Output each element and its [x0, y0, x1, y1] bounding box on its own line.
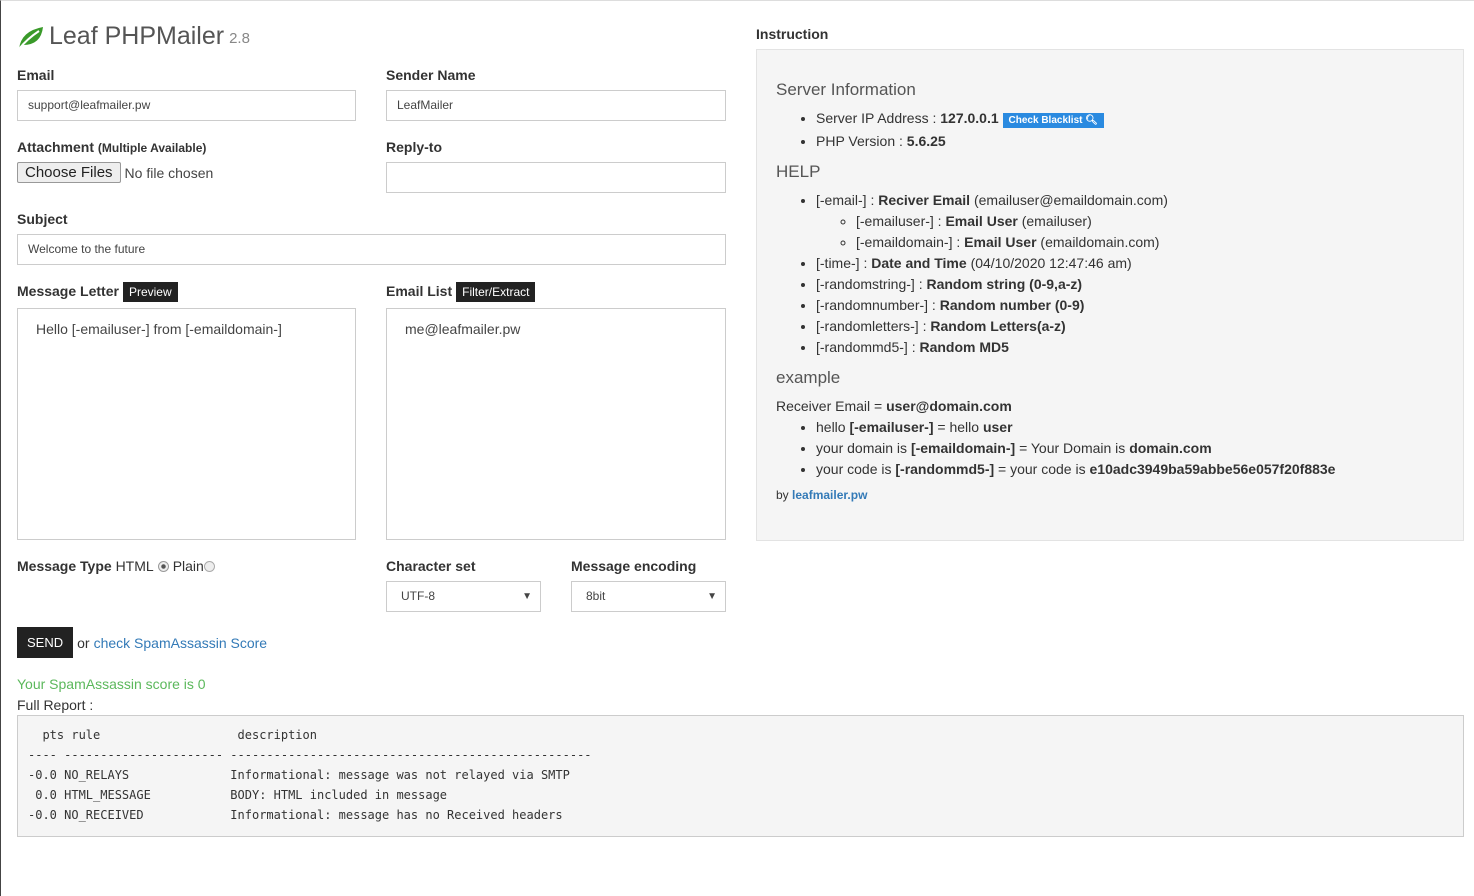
- message-label: Message Letter Preview: [17, 282, 178, 302]
- by-line: by leafmailer.pw: [776, 488, 868, 502]
- email-list-textarea[interactable]: me@leafmailer.pw: [386, 308, 726, 540]
- sender-name-input[interactable]: LeafMailer: [386, 90, 726, 121]
- report-line: 0.0 HTML_MESSAGE BODY: HTML included in …: [28, 788, 448, 802]
- help-item: [-email-] : Reciver Email (emailuser@ema…: [816, 190, 1444, 253]
- help-item: [-randommd5-] : Random MD5: [816, 337, 1444, 358]
- choose-files-button[interactable]: Choose Files: [17, 162, 121, 183]
- leafmailer-link[interactable]: leafmailer.pw: [792, 488, 867, 502]
- sender-name-label: Sender Name: [386, 67, 476, 83]
- attachment-label: Attachment (Multiple Available): [17, 139, 207, 155]
- example-item: your domain is [-emaildomain-] = Your Do…: [816, 438, 1444, 459]
- report-line: -0.0 NO_RELAYS Informational: message wa…: [28, 768, 570, 782]
- report-line: pts rule description: [28, 728, 317, 742]
- message-type: Message Type HTML Plain: [17, 558, 215, 574]
- html-label: HTML: [115, 558, 154, 574]
- help-item: [-randomstring-] : Random string (0-9,a-…: [816, 274, 1444, 295]
- message-textarea[interactable]: Hello [-emailuser-] from [-emaildomain-]: [17, 308, 356, 540]
- charset-select[interactable]: UTF-8 ▼: [386, 581, 541, 612]
- message-type-label: Message Type: [17, 558, 112, 574]
- php-version: PHP Version : 5.6.25: [816, 131, 1444, 152]
- attachment-note: (Multiple Available): [97, 141, 207, 155]
- or-text: or: [77, 634, 90, 651]
- search-icon: 🔍︎: [1085, 115, 1098, 126]
- receiver-email: Receiver Email = user@domain.com: [776, 398, 1012, 414]
- preview-button[interactable]: Preview: [122, 282, 178, 302]
- no-file-text: No file chosen: [124, 164, 214, 181]
- html-radio[interactable]: [157, 560, 169, 572]
- dropdown-arrow-icon: ▼: [522, 591, 532, 602]
- check-spamassassin-link[interactable]: check SpamAssassin Score: [94, 635, 268, 651]
- email-input[interactable]: support@leafmailer.pw: [17, 90, 356, 121]
- plain-label: Plain: [172, 558, 204, 574]
- subject-label: Subject: [17, 211, 68, 227]
- report-line: ---- ---------------------- ------------…: [28, 748, 592, 762]
- send-button[interactable]: SEND: [17, 627, 74, 658]
- example-title: example: [776, 368, 841, 387]
- spam-score-text: Your SpamAssassin score is 0: [17, 676, 206, 692]
- server-ip: Server IP Address : 127.0.0.1 Check Blac…: [816, 108, 1444, 131]
- app-version: 2.8: [229, 30, 250, 47]
- filter-extract-button[interactable]: Filter/Extract: [456, 282, 536, 302]
- report-line: -0.0 NO_RECEIVED Informational: message …: [28, 808, 563, 822]
- server-info-title: Server Information: [776, 80, 916, 99]
- encoding-label: Message encoding: [571, 558, 697, 574]
- help-item: [-time-] : Date and Time (04/10/2020 12:…: [816, 253, 1444, 274]
- help-item: [-randomletters-] : Random Letters(a-z): [816, 316, 1444, 337]
- help-list: [-email-] : Reciver Email (emailuser@ema…: [776, 190, 1444, 358]
- plain-radio[interactable]: [203, 560, 215, 572]
- help-title: HELP: [776, 162, 821, 181]
- report-box: pts rule description ---- --------------…: [17, 715, 1464, 837]
- encoding-select[interactable]: 8bit ▼: [571, 581, 726, 612]
- example-list: hello [-emailuser-] = hello useryour dom…: [776, 417, 1444, 480]
- help-item: [-emaildomain-] : Email User (emaildomai…: [856, 232, 1444, 253]
- charset-label: Character set: [386, 558, 476, 574]
- email-list-label: Email List Filter/Extract: [386, 282, 536, 302]
- reply-to-input[interactable]: [386, 162, 726, 193]
- subject-input[interactable]: Welcome to the future: [17, 234, 726, 265]
- instruction-title: Instruction: [756, 26, 829, 42]
- app-name: Leaf PHPMailer: [49, 22, 225, 50]
- example-item: your code is [-randommd5-] = your code i…: [816, 459, 1444, 480]
- reply-to-label: Reply-to: [386, 139, 442, 155]
- help-item: [-emailuser-] : Email User (emailuser): [856, 211, 1444, 232]
- leaf-icon: [18, 27, 43, 50]
- dropdown-arrow-icon: ▼: [707, 591, 717, 602]
- full-report-label: Full Report :: [17, 697, 94, 713]
- file-input[interactable]: Choose Files No file chosen: [17, 162, 213, 183]
- check-blacklist-button[interactable]: Check Blacklist 🔍︎: [1002, 113, 1104, 128]
- example-item: hello [-emailuser-] = hello user: [816, 417, 1444, 438]
- app-logo: Leaf PHPMailer 2.8: [17, 21, 250, 51]
- help-item: [-randomnumber-] : Random number (0-9): [816, 295, 1444, 316]
- email-label: Email: [17, 67, 55, 83]
- instruction-panel: Server Information Server IP Address : 1…: [756, 49, 1464, 541]
